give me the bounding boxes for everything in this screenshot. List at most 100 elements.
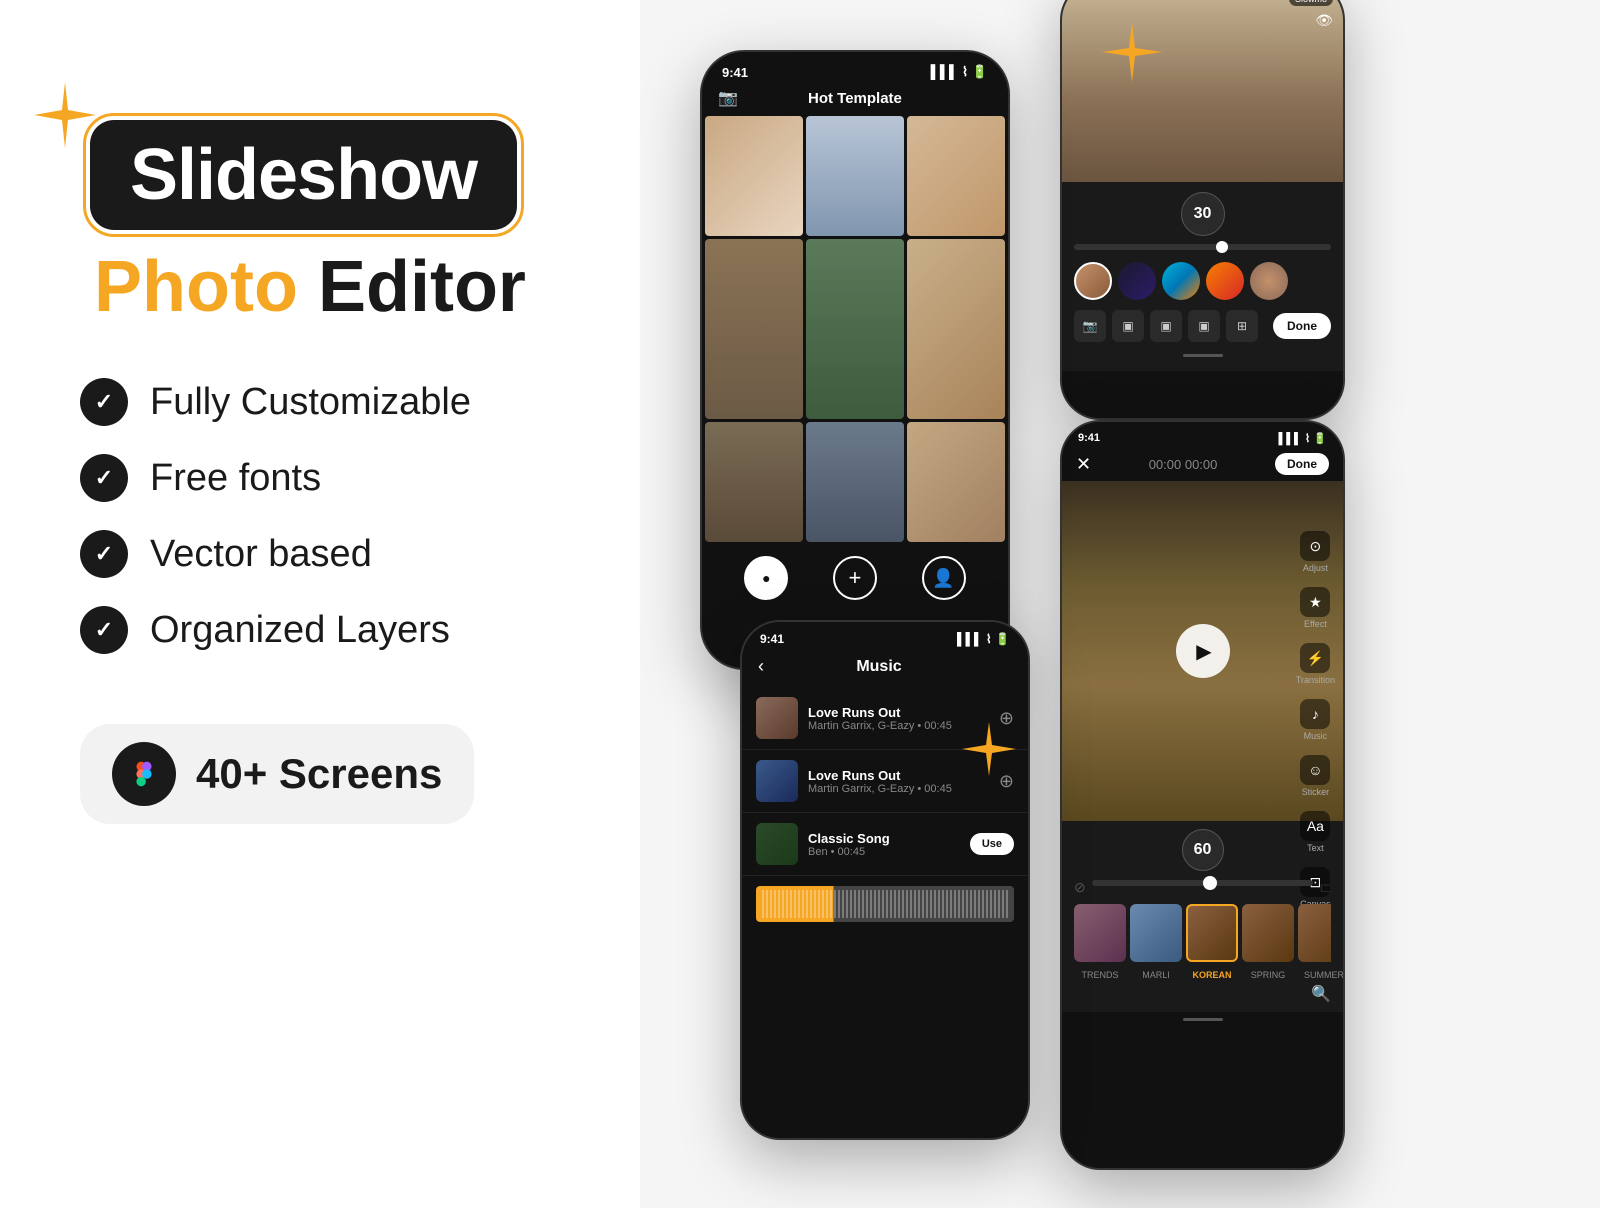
tab-add[interactable] (833, 556, 877, 600)
phone-music: 9:41 ▌▌▌ ⌇ 🔋 ‹ Music Love Runs Out Marti… (740, 620, 1030, 1140)
screens-count-label: 40+ Screens (196, 750, 442, 798)
editor-done-button[interactable]: Done (1275, 453, 1329, 475)
filter-label-spring: SPRING (1242, 970, 1294, 980)
editor-header: ✕ 00:00 00:00 Done (1062, 449, 1343, 481)
filter-thumb-2[interactable] (1130, 904, 1182, 962)
figma-icon (112, 742, 176, 806)
tool-effect[interactable]: ★ Effect (1296, 587, 1335, 629)
feature-item-2: Free fonts (80, 454, 620, 502)
editor-status-bar: 9:41 ▌▌▌ ⌇ 🔋 (1062, 422, 1343, 449)
track-2-thumb (756, 760, 798, 802)
tool-sticker[interactable]: ☺ Sticker (1296, 755, 1335, 797)
phone-main: 9:41 ▌▌▌ ⌇ 🔋 📷 Hot Template (700, 50, 1010, 670)
music-status-icons: ▌▌▌ ⌇ 🔋 (957, 632, 1010, 646)
grid-cell-6 (907, 239, 1005, 419)
music-label: Music (1304, 731, 1328, 741)
track-3-thumb (756, 823, 798, 865)
filter-dot-3[interactable] (1162, 262, 1200, 300)
effects-filter-row (1074, 256, 1331, 306)
sticker-label: Sticker (1302, 787, 1330, 797)
filter-thumb-5[interactable] (1298, 904, 1331, 962)
tool-transition[interactable]: ⚡ Transition (1296, 643, 1335, 685)
tool-text[interactable]: Aa Text (1296, 811, 1335, 853)
filter-dot-1[interactable] (1074, 262, 1112, 300)
tool-camera[interactable]: 📷 (1074, 310, 1106, 342)
sticker-icon: ☺ (1300, 755, 1330, 785)
track-3-use-button[interactable]: Use (970, 833, 1014, 855)
check-icon-1 (80, 378, 128, 426)
effect-label: Effect (1304, 619, 1327, 629)
editor-timestamp: 00:00 00:00 (1149, 457, 1218, 472)
spark-decoration-top-right (1100, 20, 1165, 99)
editor-status-icons: ▌▌▌ ⌇ 🔋 (1278, 432, 1327, 445)
transition-label: Transition (1296, 675, 1335, 685)
filter-thumb-3[interactable] (1186, 904, 1238, 962)
effects-done-button[interactable]: Done (1273, 313, 1331, 339)
editor-close-button[interactable]: ✕ (1076, 454, 1091, 475)
effect-icon: ★ (1300, 587, 1330, 617)
eye-icon: 👁 (1315, 12, 1333, 29)
grid-cell-2 (806, 116, 904, 236)
check-icon-2 (80, 454, 128, 502)
tool-canvas[interactable]: ⊡ Canvas (1296, 867, 1335, 909)
grid-cell-5 (806, 239, 904, 419)
feature-item-1: Fully Customizable (80, 378, 620, 426)
filter-dot-2[interactable] (1118, 262, 1156, 300)
editor-tools-panel: ⊙ Adjust ★ Effect ⚡ Transition ♪ Music ☺… (1296, 531, 1335, 909)
transition-icon: ⚡ (1300, 643, 1330, 673)
app-title-box: Slideshow (90, 120, 517, 230)
filter-label-summer: SUMMER (1298, 970, 1345, 980)
filter-label-korean: KOREAN (1186, 970, 1238, 980)
filter-label-marli: MARLI (1130, 970, 1182, 980)
features-list: Fully Customizable Free fonts Vector bas… (80, 378, 620, 654)
filter-thumb-1[interactable] (1074, 904, 1126, 962)
filter-dot-5[interactable] (1250, 262, 1288, 300)
track-3-title: Classic Song (808, 831, 960, 846)
grid-cell-3 (907, 116, 1005, 236)
grid-cell-4 (705, 239, 803, 419)
filter-thumb-4[interactable] (1242, 904, 1294, 962)
effects-slider[interactable] (1074, 244, 1331, 250)
screens-badge: 40+ Screens (80, 724, 474, 824)
grid-cell-7 (705, 422, 803, 542)
camera-icon: 📷 (718, 88, 738, 108)
filter-labels: TRENDS MARLI KOREAN SPRING SUMMER (1074, 970, 1331, 980)
adjust-label: Adjust (1303, 563, 1328, 573)
editor-timer: 60 (1182, 829, 1224, 871)
play-button[interactable] (1176, 624, 1230, 678)
left-panel: Slideshow Photo Editor Fully Customizabl… (0, 0, 680, 1208)
grid-cell-9 (907, 422, 1005, 542)
title-section: Slideshow Photo Editor (90, 120, 620, 328)
music-waveform (756, 886, 1014, 922)
tool-fx3[interactable]: ▣ (1188, 310, 1220, 342)
editor-home-indicator (1183, 1018, 1223, 1021)
adjust-icon: ⊙ (1300, 531, 1330, 561)
editor-video-preview: ⊙ Adjust ★ Effect ⚡ Transition ♪ Music ☺… (1062, 481, 1343, 821)
track-3-info: Classic Song Ben • 00:45 (808, 831, 960, 858)
main-app-header: 📷 Hot Template (702, 84, 1008, 116)
grid-cell-8 (806, 422, 904, 542)
effects-controls: 30 📷 ▣ ▣ ▣ ⊞ Done (1062, 182, 1343, 371)
spark-decoration-top-left (30, 80, 100, 163)
back-button[interactable]: ‹ (758, 656, 764, 677)
feature-item-4: Organized Layers (80, 606, 620, 654)
tool-fx2[interactable]: ▣ (1150, 310, 1182, 342)
tool-music[interactable]: ♪ Music (1296, 699, 1335, 741)
tool-adjust[interactable]: ⊙ Adjust (1296, 531, 1335, 573)
tab-record[interactable] (744, 556, 788, 600)
photo-grid (702, 116, 1008, 542)
check-icon-3 (80, 530, 128, 578)
editor-timeline-bar[interactable] (1092, 880, 1314, 886)
app-subtitle: Photo Editor (94, 246, 620, 328)
text-icon: Aa (1300, 811, 1330, 841)
filter-dot-4[interactable] (1206, 262, 1244, 300)
tab-profile[interactable] (922, 556, 966, 600)
music-time: 9:41 (760, 632, 784, 646)
slowmo-badge: Slowmo (1289, 0, 1333, 6)
track-3[interactable]: Classic Song Ben • 00:45 Use (742, 813, 1028, 876)
spark-decoration-bottom-center (960, 720, 1018, 791)
tool-fx4[interactable]: ⊞ (1226, 310, 1258, 342)
tool-fx1[interactable]: ▣ (1112, 310, 1144, 342)
feature-item-3: Vector based (80, 530, 620, 578)
feature-text-4: Organized Layers (150, 609, 450, 652)
